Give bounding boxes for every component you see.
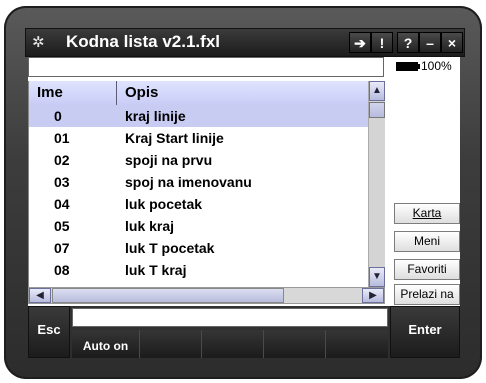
scroll-left-button[interactable]: ◀: [29, 288, 51, 303]
close-button[interactable]: ×: [441, 32, 463, 53]
header-separator[interactable]: [116, 81, 117, 105]
row-ime: 05: [54, 218, 70, 234]
info-icon[interactable]: !: [371, 32, 393, 53]
row-opis: kraj linije: [125, 108, 186, 124]
vertical-scroll-thumb[interactable]: [369, 102, 385, 118]
bottom-input[interactable]: [72, 308, 388, 327]
row-opis: luk kraj: [125, 218, 175, 234]
row-opis: luk T pocetak: [125, 240, 215, 256]
chevron-right-icon: ▶: [369, 290, 377, 301]
row-ime: 08: [54, 262, 70, 278]
chevron-down-icon: ▼: [372, 271, 382, 282]
enter-button[interactable]: Enter: [390, 306, 460, 358]
row-opis: spoji na prvu: [125, 152, 213, 168]
horizontal-scroll-thumb[interactable]: [52, 288, 284, 303]
forward-arrow-icon[interactable]: ➔: [349, 32, 371, 53]
chevron-left-icon: ◀: [36, 290, 44, 301]
row-ime: 04: [54, 196, 70, 212]
karta-button[interactable]: Karta: [394, 203, 460, 224]
battery-tip: [418, 64, 420, 69]
row-opis: Kraj Start linije: [125, 130, 224, 146]
table-row[interactable]: 07 luk T pocetak: [29, 237, 369, 259]
scroll-up-button[interactable]: ▲: [369, 81, 385, 101]
meni-button[interactable]: Meni: [394, 231, 460, 252]
vertical-scrollbar[interactable]: ▲ ▼: [368, 81, 385, 287]
softkey-4[interactable]: [264, 330, 326, 358]
header-opis[interactable]: Opis: [125, 84, 158, 101]
battery-icon: [396, 62, 418, 71]
horizontal-scrollbar[interactable]: ◀ ▶: [28, 287, 385, 304]
screen: 100% Ime Opis 0 kraj linije 01 Kraj Star…: [28, 57, 460, 306]
scroll-right-button[interactable]: ▶: [362, 288, 384, 303]
table-row[interactable]: 08 luk T kraj: [29, 259, 369, 281]
row-opis: luk T kraj: [125, 262, 187, 278]
softkey-5[interactable]: [326, 330, 388, 358]
battery-status: 100%: [396, 59, 458, 75]
chevron-up-icon: ▲: [372, 85, 382, 96]
row-ime: 02: [54, 152, 70, 168]
bottom-bar: Esc Auto on Enter: [28, 306, 460, 358]
row-ime: 0: [54, 108, 62, 124]
row-ime: 03: [54, 174, 70, 190]
code-list[interactable]: Ime Opis 0 kraj linije 01 Kraj Start lin…: [28, 81, 369, 287]
row-opis: spoj na imenovanu: [125, 174, 252, 190]
auto-on-button[interactable]: Auto on: [72, 330, 140, 358]
table-row[interactable]: 01 Kraj Start linije: [29, 127, 369, 149]
list-header: Ime Opis: [29, 81, 369, 106]
prelazi-na-button[interactable]: Prelazi na: [394, 284, 460, 305]
row-ime: 07: [54, 240, 70, 256]
minimize-button[interactable]: –: [419, 32, 441, 53]
table-row[interactable]: 0 kraj linije: [29, 105, 369, 127]
favoriti-button[interactable]: Favoriti: [394, 259, 460, 280]
esc-button[interactable]: Esc: [28, 306, 70, 358]
softkey-2[interactable]: [140, 330, 202, 358]
window-title: Kodna lista v2.1.fxl: [66, 32, 220, 51]
app-logo-icon[interactable]: ✲: [32, 34, 52, 52]
softkey-3[interactable]: [202, 330, 264, 358]
title-bar: ✲ Kodna lista v2.1.fxl ➔ ! ? – ×: [25, 28, 465, 57]
softkey-row: Auto on: [72, 330, 388, 358]
top-input[interactable]: [28, 57, 384, 77]
scroll-down-button[interactable]: ▼: [369, 267, 385, 287]
battery-percent: 100%: [421, 59, 452, 73]
table-row[interactable]: 03 spoj na imenovanu: [29, 171, 369, 193]
table-row[interactable]: 05 luk kraj: [29, 215, 369, 237]
row-opis: luk pocetak: [125, 196, 203, 212]
table-row[interactable]: 02 spoji na prvu: [29, 149, 369, 171]
table-row[interactable]: 04 luk pocetak: [29, 193, 369, 215]
row-ime: 01: [54, 130, 70, 146]
header-ime[interactable]: Ime: [37, 84, 63, 101]
help-button[interactable]: ?: [397, 32, 419, 53]
